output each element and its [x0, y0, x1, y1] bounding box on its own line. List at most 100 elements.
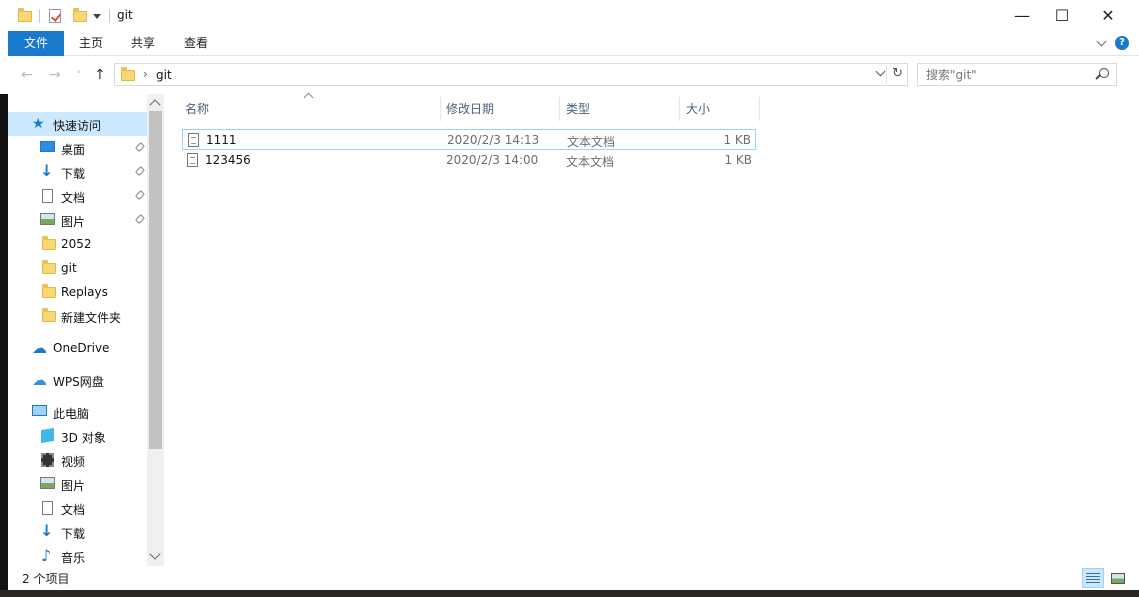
file-size: 1 KB — [723, 133, 751, 147]
address-folder-icon — [121, 67, 135, 81]
up-arrow-icon[interactable]: ↑ — [94, 67, 106, 83]
sidebar-item-label: 图片 — [61, 215, 86, 229]
column-header-date-modified[interactable]: 修改日期 — [440, 97, 560, 121]
sidebar-item-onedrive[interactable]: ☁ OneDrive — [8, 336, 147, 360]
document-icon — [42, 501, 53, 515]
sidebar-item-documents-pc[interactable]: 文档 — [8, 496, 147, 520]
picture-icon — [40, 213, 55, 225]
search-box[interactable] — [917, 63, 1117, 86]
sidebar-item-label: Replays — [61, 285, 108, 299]
customize-toolbar-icon[interactable] — [93, 7, 101, 25]
sidebar-item-label: 图片 — [61, 479, 86, 493]
tab-view[interactable]: 查看 — [171, 31, 221, 56]
close-button[interactable]: ✕ — [1085, 0, 1131, 31]
forward-arrow-icon[interactable]: → — [49, 67, 61, 83]
file-date-modified: 2020/2/3 14:00 — [446, 153, 539, 167]
file-name: 123456 — [205, 153, 251, 167]
refresh-icon[interactable]: ↻ — [892, 66, 903, 81]
folder-icon — [42, 284, 58, 301]
ribbon-tabs: 文件 主页 共享 查看 ? — [8, 31, 1139, 56]
quick-access-separator — [39, 7, 40, 25]
sidebar-item-pictures-pc[interactable]: 图片 — [8, 472, 147, 496]
cloud-outline-icon: ☁ — [32, 371, 47, 389]
pin-icon — [135, 214, 145, 224]
sidebar-item-downloads[interactable]: ↓ 下载 — [8, 160, 147, 184]
sidebar-item-videos[interactable]: 视频 — [8, 448, 147, 472]
properties-icon[interactable] — [49, 7, 61, 25]
breadcrumb-separator-icon: › — [143, 67, 148, 81]
picture-icon — [40, 477, 55, 489]
maximize-button[interactable]: ☐ — [1039, 0, 1085, 31]
download-icon: ↓ — [40, 161, 54, 180]
file-type: 文本文档 — [567, 135, 616, 149]
back-arrow-icon[interactable]: ← — [21, 67, 33, 83]
help-icon[interactable]: ? — [1115, 36, 1129, 50]
navigation-bar: ← → ˅ ↑ › git ↻ — [8, 56, 1139, 94]
file-date-modified: 2020/2/3 14:13 — [447, 133, 540, 147]
search-icon — [1099, 68, 1109, 78]
search-input[interactable] — [918, 64, 1088, 85]
large-icons-view-button[interactable] — [1107, 568, 1129, 588]
tab-file[interactable]: 文件 — [8, 31, 64, 56]
new-folder-icon[interactable] — [73, 7, 87, 25]
scroll-up-arrow-icon[interactable] — [149, 99, 161, 111]
sidebar-item-3d-objects[interactable]: 3D 对象 — [8, 424, 147, 448]
file-size: 1 KB — [724, 153, 752, 167]
file-list-pane: 名称 修改日期 类型 大小 1111 2020/2/3 14:13 文本文档 1… — [164, 92, 1139, 566]
sidebar-scrollbar[interactable] — [147, 94, 164, 566]
sidebar-item-label: 音乐 — [61, 551, 86, 565]
sidebar-item-documents[interactable]: 文档 — [8, 184, 147, 208]
scroll-down-arrow-icon[interactable] — [149, 548, 161, 560]
recent-locations-icon[interactable]: ˅ — [76, 69, 82, 82]
file-type: 文本文档 — [566, 155, 615, 169]
file-explorer-window: git — ☐ ✕ 文件 主页 共享 查看 ? ← → ˅ ↑ › git ↻ — [8, 0, 1139, 590]
file-row[interactable]: 1111 2020/2/3 14:13 文本文档 1 KB — [182, 129, 756, 150]
folder-icon — [18, 7, 32, 25]
folder-icon — [42, 260, 58, 277]
sidebar-item-music[interactable]: ♪ 音乐 — [8, 544, 147, 568]
file-row[interactable]: 123456 2020/2/3 14:00 文本文档 1 KB — [182, 150, 756, 171]
large-icons-view-icon — [1111, 572, 1125, 584]
sidebar-item-label: git — [61, 261, 77, 275]
document-icon — [42, 189, 53, 203]
sidebar-item-label: 文档 — [61, 191, 86, 205]
pin-icon — [135, 142, 145, 152]
sidebar-item-label: 2052 — [61, 237, 92, 251]
sidebar-item-2052[interactable]: 2052 — [8, 232, 147, 256]
sidebar-item-label: 快速访问 — [53, 119, 102, 133]
column-header-size[interactable]: 大小 — [680, 97, 760, 121]
star-icon: ★ — [32, 116, 45, 132]
tab-share[interactable]: 共享 — [118, 31, 168, 56]
title-bar: git — ☐ ✕ — [8, 0, 1139, 31]
sidebar-item-label: OneDrive — [53, 341, 110, 355]
sidebar-item-quick-access[interactable]: ★ 快速访问 — [8, 112, 147, 136]
desktop-icon — [40, 141, 55, 152]
sidebar-item-git[interactable]: git — [8, 256, 147, 280]
column-header-name[interactable]: 名称 — [179, 97, 441, 121]
text-file-icon — [188, 133, 199, 147]
sidebar-item-this-pc[interactable]: 此电脑 — [8, 400, 147, 424]
tab-home[interactable]: 主页 — [66, 31, 116, 56]
column-header-type[interactable]: 类型 — [560, 97, 680, 121]
breadcrumb-git[interactable]: git — [156, 68, 172, 82]
address-dropdown-icon[interactable] — [875, 66, 886, 77]
sidebar-item-wps-drive[interactable]: ☁ WPS网盘 — [8, 368, 147, 392]
cloud-icon: ☁ — [32, 339, 47, 357]
address-bar[interactable]: › git ↻ — [114, 63, 908, 86]
item-count: 2 个项目 — [22, 572, 70, 586]
text-file-icon — [187, 153, 198, 167]
status-bar: 2 个项目 — [8, 566, 1139, 590]
scrollbar-thumb[interactable] — [149, 111, 162, 449]
sidebar-item-new-folder[interactable]: 新建文件夹 — [8, 304, 147, 328]
download-icon: ↓ — [40, 521, 54, 540]
details-view-icon — [1086, 572, 1100, 584]
expand-ribbon-chevron-icon[interactable] — [1096, 36, 1107, 47]
sidebar-item-downloads-pc[interactable]: ↓ 下载 — [8, 520, 147, 544]
sidebar-item-pictures[interactable]: 图片 — [8, 208, 147, 232]
window-title: git — [117, 8, 133, 22]
pin-icon — [135, 166, 145, 176]
sidebar-item-replays[interactable]: Replays — [8, 280, 147, 304]
navigation-pane: ★ 快速访问 桌面 ↓ 下载 文档 图片 2052 git Replays 新建… — [8, 94, 164, 566]
sidebar-item-desktop[interactable]: 桌面 — [8, 136, 147, 160]
details-view-button[interactable] — [1082, 568, 1104, 588]
